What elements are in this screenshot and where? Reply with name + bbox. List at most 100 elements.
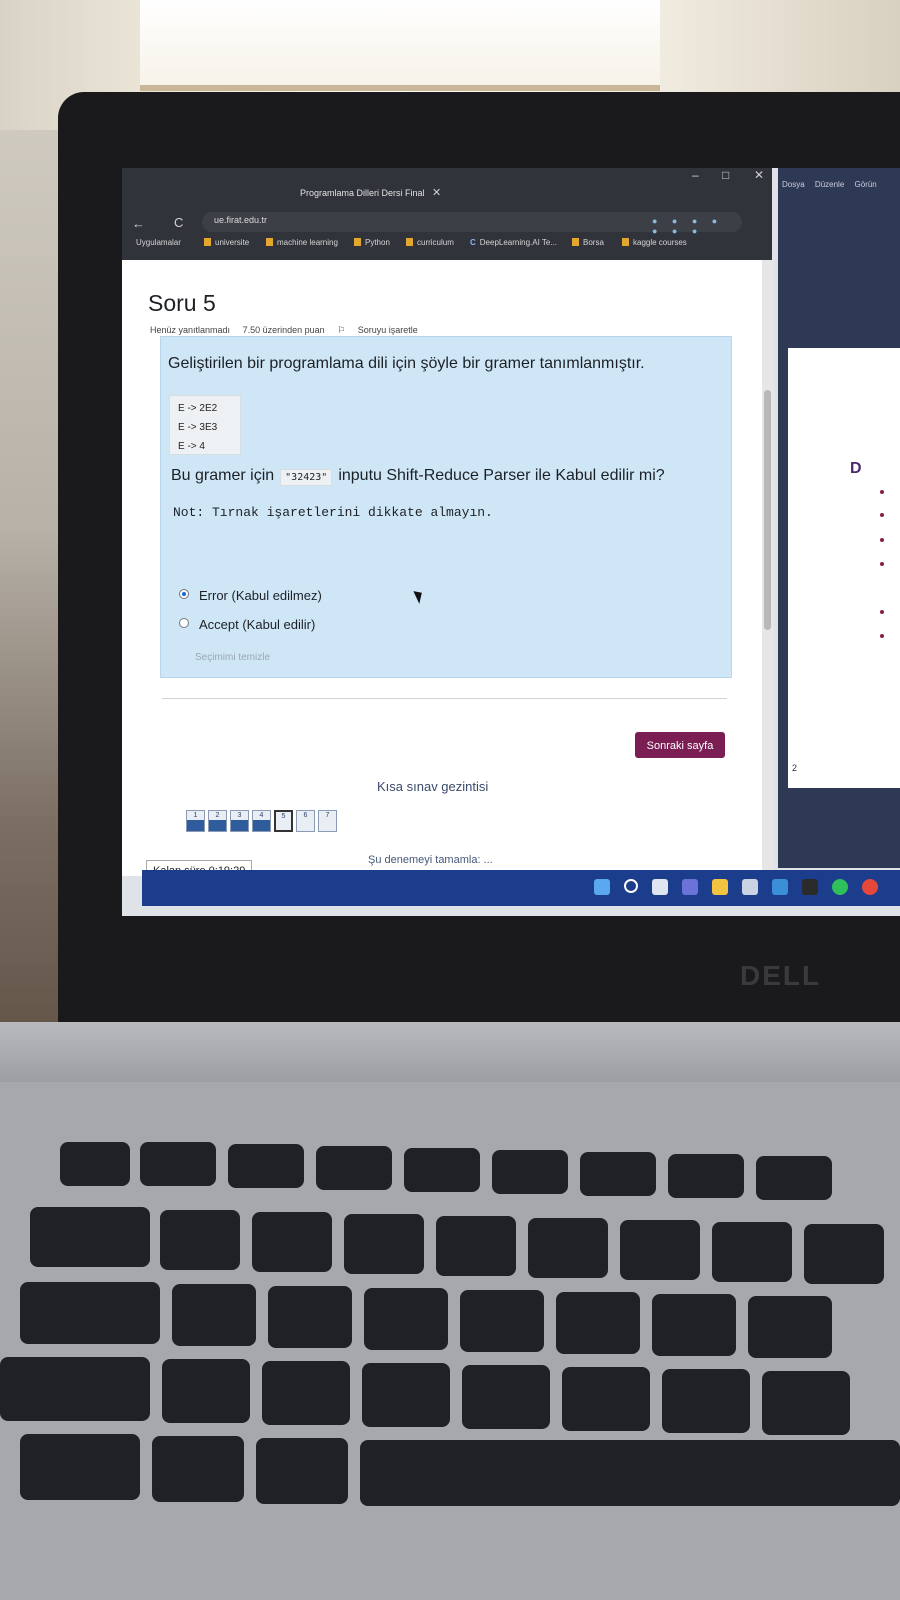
grammar-rule: E -> 4 xyxy=(178,441,205,452)
close-window-icon[interactable]: ✕ xyxy=(754,168,764,182)
quiz-nav-question-3[interactable]: 3 xyxy=(230,810,249,832)
menu-file[interactable]: Dosya xyxy=(782,180,805,189)
chrome-icon[interactable] xyxy=(862,879,878,895)
laptop-hinge xyxy=(0,1022,900,1082)
url-text: ue.firat.edu.tr xyxy=(214,215,268,225)
search-icon[interactable] xyxy=(624,879,638,893)
keyboard-key xyxy=(462,1365,550,1429)
slide-heading: D xyxy=(850,460,862,477)
flag-question-link[interactable]: ⚐ Soruyu işaretle xyxy=(337,325,428,335)
keyboard-key xyxy=(404,1148,480,1192)
menu-view[interactable]: Görün xyxy=(855,180,877,189)
scrollbar[interactable] xyxy=(762,260,774,876)
reload-icon[interactable]: C xyxy=(174,215,183,230)
keyboard-key xyxy=(262,1361,350,1425)
scroll-thumb[interactable] xyxy=(764,390,771,630)
minimize-icon[interactable]: – xyxy=(692,168,699,182)
bookmark-site[interactable]: C DeepLearning.AI Te... xyxy=(470,238,557,247)
mouse-cursor-icon xyxy=(413,588,426,604)
keyboard-key xyxy=(762,1371,850,1435)
flag-icon: ⚐ xyxy=(337,325,348,335)
option-error[interactable]: Error (Kabul edilmez) xyxy=(179,588,322,603)
teams-icon[interactable] xyxy=(682,879,698,895)
quiz-nav-question-1[interactable]: 1 xyxy=(186,810,205,832)
clear-choice-link[interactable]: Seçimimi temizle xyxy=(195,652,270,663)
taskbar xyxy=(142,870,900,906)
folder-icon xyxy=(266,238,273,246)
bookmark-folder[interactable]: universite xyxy=(204,238,249,247)
keyboard-key xyxy=(364,1288,448,1350)
whatsapp-icon[interactable] xyxy=(832,879,848,895)
keyboard-key xyxy=(712,1222,792,1282)
store-icon[interactable] xyxy=(742,879,758,895)
keyboard-key xyxy=(360,1440,900,1506)
quiz-nav-question-6[interactable]: 6 xyxy=(296,810,315,832)
keyboard-key xyxy=(20,1282,160,1344)
maximize-icon[interactable]: □ xyxy=(722,168,729,182)
question-points: 7.50 üzerinden puan xyxy=(242,325,325,335)
bookmark-folder[interactable]: machine learning xyxy=(266,238,338,247)
slide-number: 2 xyxy=(792,763,798,773)
radio-icon[interactable] xyxy=(179,618,189,628)
bullet-icon xyxy=(880,634,884,638)
task-view-icon[interactable] xyxy=(652,879,668,895)
keyboard-key xyxy=(804,1224,884,1284)
keyboard-key xyxy=(60,1142,130,1186)
option-accept[interactable]: Accept (Kabul edilir) xyxy=(179,617,315,632)
grammar-block: E -> 2E2 E -> 3E3 E -> 4 xyxy=(169,395,241,455)
quiz-nav-question-4[interactable]: 4 xyxy=(252,810,271,832)
keyboard-key xyxy=(528,1218,608,1278)
bullet-icon xyxy=(880,513,884,517)
question-text: Geliştirilen bir programlama dili için ş… xyxy=(168,355,645,372)
keyboard-key xyxy=(172,1284,256,1346)
keyboard-key xyxy=(268,1286,352,1348)
keyboard-key xyxy=(362,1363,450,1427)
keyboard-key xyxy=(748,1296,832,1358)
keyboard-key xyxy=(460,1290,544,1352)
windows-start-icon[interactable] xyxy=(594,879,610,895)
question-note: Not: Tırnak işaretlerini dikkate almayın… xyxy=(173,505,493,520)
bookmark-folder[interactable]: curriculum xyxy=(406,238,454,247)
radio-selected-icon[interactable] xyxy=(179,589,189,599)
keyboard-key xyxy=(256,1438,348,1504)
finish-attempt-link[interactable]: Şu denemeyi tamamla: ... xyxy=(368,854,493,866)
keyboard-key xyxy=(160,1210,240,1270)
bullet-icon xyxy=(880,490,884,494)
tab-close-icon[interactable]: ✕ xyxy=(432,182,441,204)
extension-icons[interactable]: ● ● ● ● ● ● ● xyxy=(652,216,742,236)
bookmark-folder[interactable]: kaggle courses xyxy=(622,238,687,247)
keyboard-key xyxy=(620,1220,700,1280)
quiz-nav-question-5[interactable]: 5 xyxy=(274,810,293,832)
browser-tab[interactable]: Programlama Dilleri Dersi Final xyxy=(300,182,470,204)
side-window: Dosya Düzenle Görün D 2 xyxy=(778,168,900,868)
bookmark-folder[interactable]: Borsa xyxy=(572,238,604,247)
keyboard-key xyxy=(756,1156,832,1200)
question-status: Henüz yanıtlanmadı xyxy=(150,325,231,335)
next-page-button[interactable]: Sonraki sayfa xyxy=(635,732,725,758)
keyboard-key xyxy=(0,1357,150,1421)
bookmark-folder[interactable]: Python xyxy=(354,238,390,247)
quiz-nav-question-7[interactable]: 7 xyxy=(318,810,337,832)
side-window-menu: Dosya Düzenle Görün xyxy=(782,180,885,189)
file-explorer-icon[interactable] xyxy=(712,879,728,895)
question-info: Henüz yanıtlanmadı 7.50 üzerinden puan ⚐… xyxy=(150,325,438,336)
room-window xyxy=(140,0,660,91)
keyboard-key xyxy=(492,1150,568,1194)
terminal-icon[interactable] xyxy=(802,879,818,895)
keyboard-key xyxy=(152,1436,244,1502)
mail-icon[interactable] xyxy=(772,879,788,895)
question-text-2: Bu gramer için "32423" inputu Shift-Reduce… xyxy=(171,467,665,486)
bullet-icon xyxy=(880,562,884,566)
keyboard-key xyxy=(30,1207,150,1267)
quiz-nav-question-2[interactable]: 2 xyxy=(208,810,227,832)
address-bar[interactable]: ue.firat.edu.tr ● ● ● ● ● ● ● xyxy=(202,212,742,236)
keyboard-key xyxy=(562,1367,650,1431)
keyboard-key xyxy=(580,1152,656,1196)
keyboard-key xyxy=(436,1216,516,1276)
grammar-rule: E -> 3E3 xyxy=(178,422,218,433)
keyboard-key xyxy=(140,1142,216,1186)
menu-edit[interactable]: Düzenle xyxy=(815,180,844,189)
back-arrow-icon[interactable]: ← xyxy=(132,216,145,231)
bullet-icon xyxy=(880,538,884,542)
bookmark-apps[interactable]: Uygulamalar xyxy=(136,238,181,247)
